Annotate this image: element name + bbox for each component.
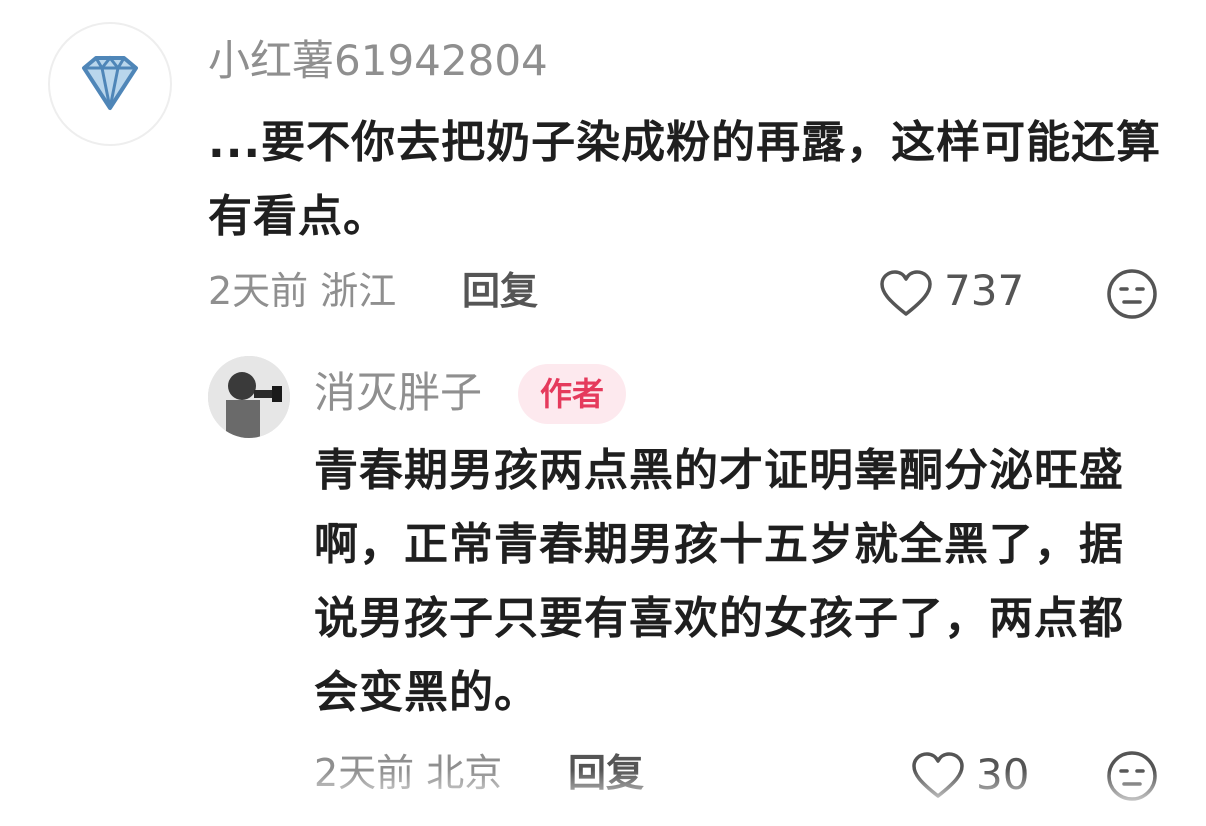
- time-location: 2天前 北京: [314, 751, 503, 795]
- username[interactable]: 消灭胖子: [314, 368, 482, 418]
- reply-button[interactable]: 回复: [568, 748, 644, 798]
- author-badge: 作者: [518, 364, 626, 424]
- user-photo-icon: [208, 356, 290, 438]
- like-count: 30: [976, 750, 1030, 799]
- like-count: 737: [944, 266, 1025, 315]
- diamond-icon: [82, 55, 138, 110]
- comment-item: 小红薯61942804 ...要不你去把奶子染成粉的再露，这样可能还算有看点。 …: [48, 22, 1168, 322]
- reply-comment-item: 消灭胖子 作者 青春期男孩两点黑的才证明睾酮分泌旺盛啊，正常青春期男孩十五岁就全…: [208, 356, 1168, 826]
- comment-text: ...要不你去把奶子染成粉的再露，这样可能还算有看点。: [208, 117, 1162, 242]
- reply-button[interactable]: 回复: [462, 266, 538, 316]
- heart-icon[interactable]: [880, 270, 932, 318]
- heart-icon[interactable]: [912, 752, 964, 800]
- dislike-face-icon[interactable]: [1106, 268, 1158, 320]
- username[interactable]: 小红薯61942804: [208, 36, 548, 86]
- comment-text: 青春期男孩两点黑的才证明睾酮分泌旺盛啊，正常青春期男孩十五岁就全黑了，据说男孩子…: [314, 445, 1124, 718]
- avatar[interactable]: [48, 22, 172, 146]
- avatar[interactable]: [208, 356, 290, 438]
- dislike-face-icon[interactable]: [1106, 750, 1158, 802]
- time-location: 2天前 浙江: [208, 269, 397, 313]
